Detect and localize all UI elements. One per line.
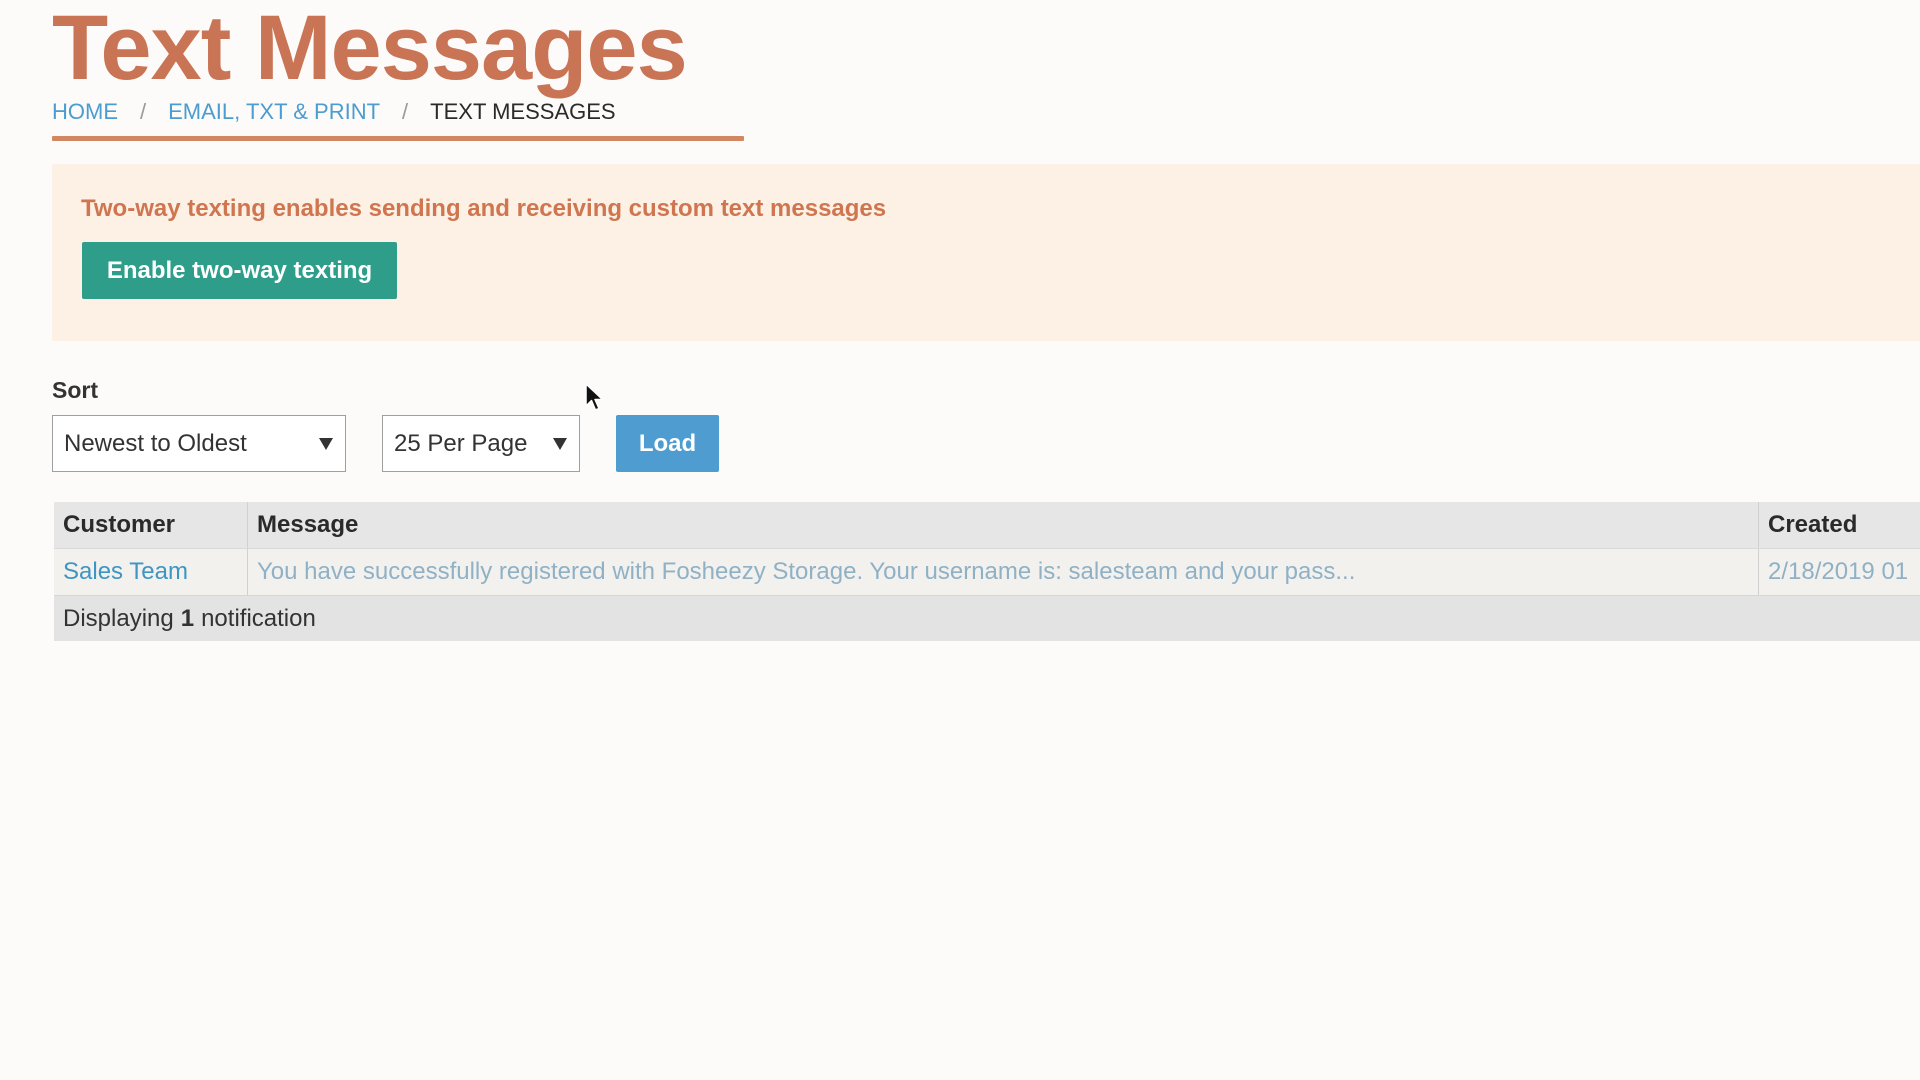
per-page-select[interactable]: 25 Per Page bbox=[382, 415, 580, 472]
customer-link[interactable]: Sales Team bbox=[63, 558, 188, 586]
header-message[interactable]: Message bbox=[248, 502, 1759, 548]
chevron-down-icon bbox=[553, 437, 567, 450]
message-cell: You have successfully registered with Fo… bbox=[248, 549, 1759, 595]
page-title: Text Messages bbox=[52, 0, 688, 99]
table-header: Customer Message Created bbox=[54, 502, 1920, 548]
breadcrumb-current: TEXT MESSAGES bbox=[430, 99, 616, 124]
breadcrumb-email-txt-print-link[interactable]: EMAIL, TXT & PRINT bbox=[168, 99, 380, 125]
breadcrumb-separator: / bbox=[402, 99, 409, 124]
breadcrumb-separator: / bbox=[140, 99, 147, 124]
footer-suffix: notification bbox=[201, 604, 316, 632]
enable-two-way-texting-button[interactable]: Enable two-way texting bbox=[82, 242, 397, 299]
title-underline bbox=[52, 136, 744, 141]
page: Text Messages HOME / EMAIL, TXT & PRINT … bbox=[0, 0, 1920, 1080]
per-page-value: 25 Per Page bbox=[394, 429, 528, 457]
table-footer: Displaying 1 notification bbox=[54, 595, 1920, 641]
cursor-icon bbox=[585, 383, 604, 411]
two-way-texting-banner: Two-way texting enables sending and rece… bbox=[52, 164, 1920, 341]
customer-cell: Sales Team bbox=[54, 549, 248, 595]
sort-order-select[interactable]: Newest to Oldest bbox=[52, 415, 346, 472]
created-cell: 2/18/2019 01 bbox=[1759, 549, 1920, 595]
header-created[interactable]: Created bbox=[1759, 502, 1920, 548]
messages-table: Customer Message Created Sales Team You … bbox=[54, 502, 1920, 641]
header-customer[interactable]: Customer bbox=[54, 502, 248, 548]
breadcrumb-home-link[interactable]: HOME bbox=[52, 99, 118, 125]
chevron-down-icon bbox=[319, 437, 333, 450]
table-row[interactable]: Sales Team You have successfully registe… bbox=[54, 548, 1920, 595]
created-date: 2/18/2019 01 bbox=[1768, 558, 1909, 585]
sort-label: Sort bbox=[52, 377, 98, 403]
message-preview[interactable]: You have successfully registered with Fo… bbox=[257, 558, 1355, 586]
breadcrumb: HOME / EMAIL, TXT & PRINT / TEXT MESSAGE… bbox=[52, 99, 616, 125]
load-button[interactable]: Load bbox=[616, 415, 719, 472]
sort-order-value: Newest to Oldest bbox=[64, 429, 247, 457]
footer-prefix: Displaying bbox=[63, 604, 174, 632]
footer-count: 1 bbox=[180, 604, 195, 632]
banner-text: Two-way texting enables sending and rece… bbox=[81, 195, 887, 222]
